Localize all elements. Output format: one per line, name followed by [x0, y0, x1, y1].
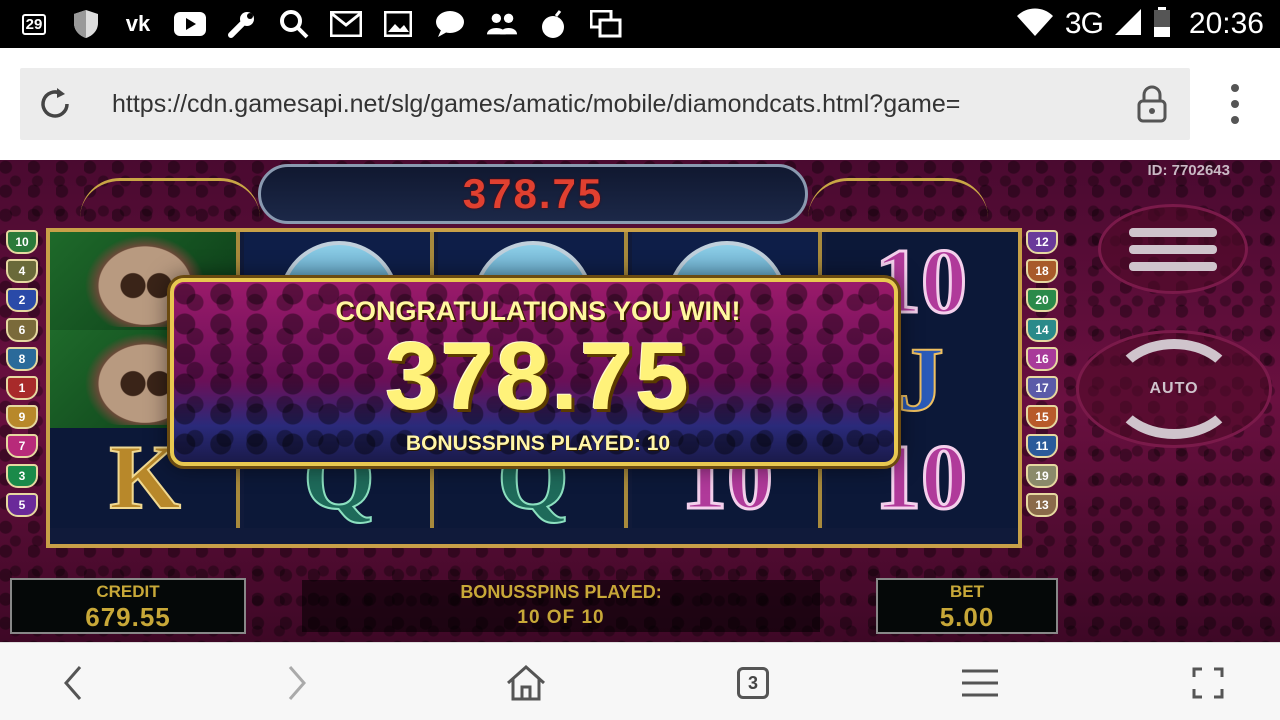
menu-button[interactable]	[956, 659, 1004, 707]
autoplay-label: AUTO	[1149, 380, 1199, 397]
status-bar-system: 3G 20:36	[1016, 0, 1264, 48]
payline-badge[interactable]: 13	[1026, 492, 1058, 517]
bet-label: BET	[950, 582, 984, 601]
payline-badge[interactable]: 14	[1026, 317, 1058, 342]
battery-icon	[1153, 6, 1171, 42]
payline-badge[interactable]: 15	[1026, 405, 1058, 430]
win-bonusspins-played: BONUSSPINS PLAYED: 10	[405, 432, 671, 455]
payline-badge[interactable]: 19	[1026, 463, 1058, 488]
wifi-icon	[1016, 8, 1053, 41]
fullscreen-button[interactable]	[1184, 659, 1232, 707]
payline-badge[interactable]: 11	[1026, 434, 1058, 459]
hamburger-icon-bar	[1129, 244, 1217, 254]
payline-badge[interactable]: 12	[1026, 230, 1058, 254]
payline-badge[interactable]: 20	[1026, 288, 1058, 313]
tab-count: 3	[737, 667, 769, 699]
payline-badge[interactable]: 5	[6, 492, 38, 517]
vk-icon: vk	[125, 11, 151, 36]
forward-button[interactable]	[274, 659, 322, 707]
chevron-left-icon	[64, 666, 82, 700]
bonusspins-value: 10 OF 10	[517, 607, 605, 628]
chat-icon	[434, 8, 466, 40]
payline-badge[interactable]: 18	[1026, 259, 1058, 284]
lock-icon[interactable]	[1132, 84, 1172, 124]
payline-badge[interactable]: 1	[6, 375, 38, 400]
chevron-right-icon	[288, 666, 306, 700]
top-win-display: 378.75	[258, 164, 808, 224]
payline-badge[interactable]: 7	[6, 434, 38, 459]
payline-badge[interactable]: 16	[1026, 346, 1058, 371]
slot-game[interactable]: ID: 7702643 378.75 10 4 2 6 8 1 9 7 3 5 …	[0, 160, 1280, 642]
browser-bottom-bar: 3	[0, 642, 1280, 720]
bonusspins-label: BONUSSPINS PLAYED:	[460, 582, 662, 602]
back-button[interactable]	[48, 659, 96, 707]
hamburger-icon	[962, 669, 998, 697]
gallery-icon	[382, 8, 414, 40]
decorative-scroll-left	[80, 178, 260, 222]
bet-value: 5.00	[939, 602, 995, 632]
bet-panel[interactable]: BET 5.00	[876, 578, 1058, 634]
youtube-icon	[174, 8, 206, 40]
payline-badge[interactable]: 8	[6, 346, 38, 371]
game-id: ID: 7702643	[1147, 162, 1230, 179]
game-menu-button[interactable]	[1098, 204, 1248, 294]
reload-icon[interactable]	[20, 68, 90, 140]
decorative-scroll-right	[808, 178, 988, 222]
payline-badge[interactable]: 9	[6, 405, 38, 430]
bomb-icon	[538, 8, 570, 40]
credit-value: 679.55	[85, 602, 171, 632]
hamburger-icon-bar	[1129, 227, 1217, 237]
gmail-icon	[330, 8, 362, 40]
bonusspins-panel: BONUSSPINS PLAYED: 10 OF 10	[302, 580, 820, 632]
search-icon	[278, 8, 310, 40]
win-amount: 378.75	[385, 323, 691, 430]
win-popup[interactable]: CONGRATULATIONS YOU WIN! 378.75 BONUSSPI…	[170, 278, 898, 466]
network-type: 3G	[1064, 7, 1104, 40]
hamburger-icon-bar	[1129, 261, 1217, 271]
payline-badge[interactable]: 10	[6, 230, 38, 254]
signal-icon	[1114, 8, 1141, 40]
people-icon	[486, 8, 518, 40]
status-bar: 29 vk 3G 20:36	[0, 0, 1280, 48]
browser-toolbar: https://cdn.gamesapi.net/slg/games/amati…	[0, 48, 1280, 160]
credit-panel: CREDIT 679.55	[10, 578, 246, 634]
browser-menu-icon[interactable]	[1222, 84, 1248, 124]
notification-count-icon: 29	[18, 8, 50, 40]
top-win-value: 378.75	[462, 170, 604, 217]
autoplay-button[interactable]: AUTO	[1076, 330, 1272, 448]
notification-count-label: 29	[21, 13, 47, 35]
payline-badge[interactable]: 17	[1026, 375, 1058, 400]
url-text[interactable]: https://cdn.gamesapi.net/slg/games/amati…	[112, 90, 1102, 119]
shield-icon	[70, 8, 102, 40]
address-bar[interactable]: https://cdn.gamesapi.net/slg/games/amati…	[20, 68, 1190, 140]
home-icon	[507, 664, 545, 701]
home-button[interactable]	[502, 659, 550, 707]
payline-badge[interactable]: 2	[6, 288, 38, 313]
paylines-right: 12 18 20 14 16 17 15 11 19 13	[1026, 230, 1060, 522]
clock: 20:36	[1188, 7, 1264, 40]
paylines-left: 10 4 2 6 8 1 9 7 3 5	[6, 230, 40, 522]
credit-label: CREDIT	[96, 582, 160, 601]
payline-badge[interactable]: 6	[6, 317, 38, 342]
status-bar-notifications: 29 vk	[0, 8, 622, 40]
screens-icon	[590, 8, 622, 40]
fullscreen-icon	[1192, 667, 1224, 699]
payline-badge[interactable]: 3	[6, 463, 38, 488]
tabs-button[interactable]: 3	[729, 659, 777, 707]
payline-badge[interactable]: 4	[6, 259, 38, 284]
autoplay-arrows-icon: AUTO	[1109, 339, 1239, 439]
wrench-icon	[226, 8, 258, 40]
